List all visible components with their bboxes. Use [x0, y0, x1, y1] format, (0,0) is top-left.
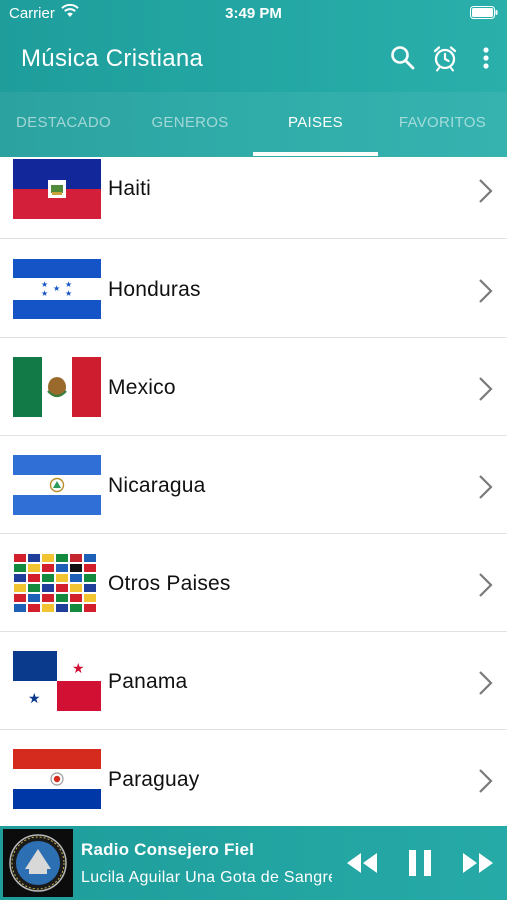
chevron-right-icon: [479, 573, 493, 597]
list-item[interactable]: Mexico: [0, 338, 507, 436]
country-list[interactable]: Haiti ★ ★ ★ ★ ★ Honduras Mexico Nicaragu…: [0, 157, 507, 826]
chevron-right-icon: [479, 475, 493, 499]
chevron-right-icon: [479, 769, 493, 793]
radio-logo-icon: [3, 829, 73, 897]
alarm-icon[interactable]: [431, 44, 459, 72]
station-artwork[interactable]: [3, 829, 73, 897]
country-name: Haiti: [108, 177, 152, 200]
svg-text:★: ★: [41, 280, 48, 289]
header: Carrier 3:49 PM Música Cristiana DESTACA…: [0, 0, 507, 157]
tab-paises[interactable]: PAISES: [253, 92, 378, 157]
chevron-right-icon: [479, 279, 493, 303]
nicaragua-flag-icon: [13, 455, 101, 515]
country-name: Otros Paises: [108, 572, 231, 595]
fast-forward-icon[interactable]: [461, 851, 495, 875]
status-bar: Carrier 3:49 PM: [0, 0, 507, 28]
svg-text:★: ★: [72, 661, 85, 677]
active-tab-indicator: [253, 152, 378, 156]
svg-text:★: ★: [28, 691, 41, 707]
tab-generos[interactable]: GENEROS: [127, 92, 253, 157]
country-name: Mexico: [108, 376, 176, 399]
rewind-icon[interactable]: [345, 851, 379, 875]
haiti-flag-icon: [13, 159, 101, 219]
list-item[interactable]: Paraguay: [0, 730, 507, 826]
tab-destacado[interactable]: DESTACADO: [0, 92, 127, 157]
chevron-right-icon: [479, 377, 493, 401]
list-item[interactable]: Nicaragua: [0, 436, 507, 534]
world-flags-icon: [13, 553, 101, 613]
list-item[interactable]: Otros Paises: [0, 534, 507, 632]
svg-text:★: ★: [53, 284, 60, 293]
station-name: Radio Consejero Fiel: [81, 840, 255, 859]
status-time: 3:49 PM: [225, 5, 282, 22]
honduras-flag-icon: ★ ★ ★ ★ ★: [13, 259, 101, 319]
svg-text:★: ★: [41, 289, 48, 298]
mexico-flag-icon: [13, 357, 101, 417]
pause-icon[interactable]: [407, 849, 433, 877]
tab-bar: DESTACADO GENEROS PAISES FAVORITOS: [0, 92, 507, 157]
chevron-right-icon: [479, 179, 493, 203]
battery-icon: [470, 6, 498, 19]
tab-favoritos[interactable]: FAVORITOS: [378, 92, 507, 157]
app-title: Música Cristiana: [21, 45, 204, 72]
search-icon[interactable]: [389, 44, 417, 72]
chevron-right-icon: [479, 671, 493, 695]
panama-flag-icon: ★ ★: [13, 651, 101, 711]
more-vertical-icon[interactable]: [472, 44, 500, 72]
now-playing-bar[interactable]: Radio Consejero Fiel Lucila Aguilar Una …: [0, 826, 507, 900]
list-item[interactable]: Haiti: [0, 157, 507, 239]
country-name: Nicaragua: [108, 474, 206, 497]
country-name: Paraguay: [108, 768, 200, 791]
svg-text:★: ★: [65, 280, 72, 289]
svg-text:★: ★: [65, 289, 72, 298]
country-name: Honduras: [108, 278, 201, 301]
track-title: Lucila Aguilar Una Gota de Sangre: [81, 869, 332, 886]
list-item[interactable]: ★ ★ ★ ★ ★ Honduras: [0, 240, 507, 338]
country-name: Panama: [108, 670, 188, 693]
paraguay-flag-icon: [13, 749, 101, 809]
list-item[interactable]: ★ ★ Panama: [0, 632, 507, 730]
